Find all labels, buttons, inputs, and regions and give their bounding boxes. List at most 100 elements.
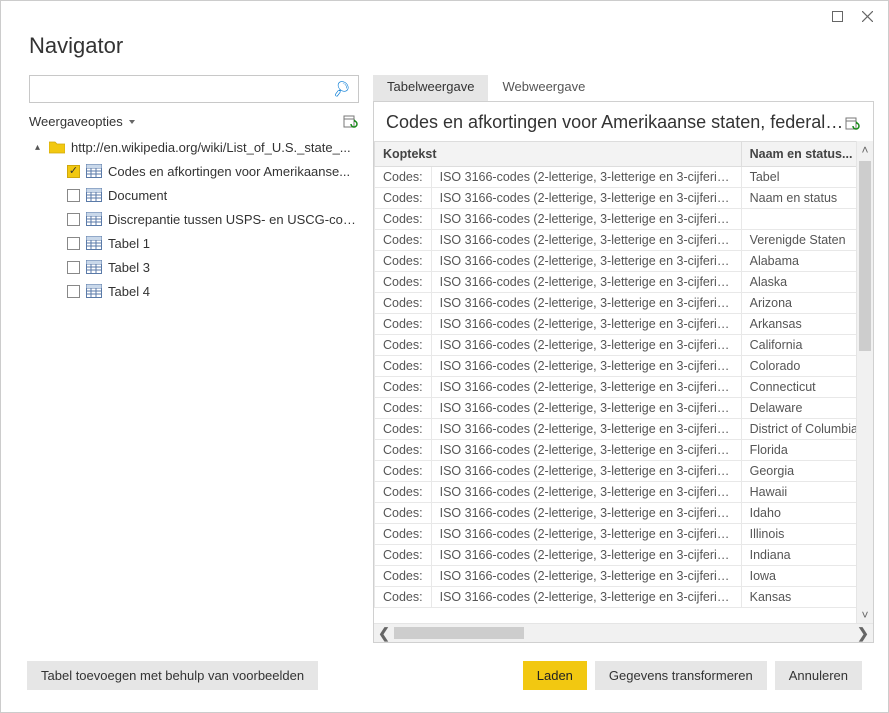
horizontal-scrollbar[interactable]: ❮ ❯ bbox=[374, 623, 873, 642]
preview-refresh-icon[interactable] bbox=[845, 115, 861, 131]
search-input[interactable] bbox=[36, 81, 333, 98]
table-cell: ISO 3166-codes (2-letterige, 3-letterige… bbox=[431, 230, 741, 251]
table-icon bbox=[86, 284, 102, 298]
page-title: Navigator bbox=[29, 33, 860, 59]
table-icon bbox=[86, 212, 102, 226]
table-row[interactable]: Codes:ISO 3166-codes (2-letterige, 3-let… bbox=[375, 293, 857, 314]
table-cell: Codes: bbox=[375, 272, 432, 293]
table-cell: Codes: bbox=[375, 482, 432, 503]
table-row[interactable]: Codes:ISO 3166-codes (2-letterige, 3-let… bbox=[375, 587, 857, 608]
table-cell: ISO 3166-codes (2-letterige, 3-letterige… bbox=[431, 545, 741, 566]
table-row[interactable]: Codes:ISO 3166-codes (2-letterige, 3-let… bbox=[375, 251, 857, 272]
table-icon bbox=[86, 164, 102, 178]
checkbox[interactable] bbox=[67, 285, 80, 298]
search-box[interactable]: 🔍︎ bbox=[29, 75, 359, 103]
table-row[interactable]: Codes:ISO 3166-codes (2-letterige, 3-let… bbox=[375, 398, 857, 419]
table-row[interactable]: Codes:ISO 3166-codes (2-letterige, 3-let… bbox=[375, 545, 857, 566]
table-cell: ISO 3166-codes (2-letterige, 3-letterige… bbox=[431, 419, 741, 440]
table-row[interactable]: Codes:ISO 3166-codes (2-letterige, 3-let… bbox=[375, 314, 857, 335]
table-cell: ISO 3166-codes (2-letterige, 3-letterige… bbox=[431, 482, 741, 503]
tabs: Tabelweergave Webweergave bbox=[373, 75, 874, 101]
scroll-down-icon[interactable]: ˅ bbox=[857, 606, 873, 623]
table-cell: District of Columbia bbox=[741, 419, 856, 440]
left-pane: 🔍︎ Weergaveopties ▴ bbox=[29, 75, 359, 643]
table-row[interactable]: Codes:ISO 3166-codes (2-letterige, 3-let… bbox=[375, 167, 857, 188]
table-row[interactable]: Codes:ISO 3166-codes (2-letterige, 3-let… bbox=[375, 482, 857, 503]
table-row[interactable]: Codes:ISO 3166-codes (2-letterige, 3-let… bbox=[375, 461, 857, 482]
navigator-window: Navigator 🔍︎ Weergaveopties bbox=[0, 0, 889, 713]
table-row[interactable]: Codes:ISO 3166-codes (2-letterige, 3-let… bbox=[375, 230, 857, 251]
checkbox[interactable] bbox=[67, 261, 80, 274]
table-cell: ISO 3166-codes (2-letterige, 3-letterige… bbox=[431, 356, 741, 377]
table-cell: ISO 3166-codes (2-letterige, 3-letterige… bbox=[431, 293, 741, 314]
search-icon[interactable]: 🔍︎ bbox=[333, 80, 352, 99]
tree-source-row[interactable]: ▴ http://en.wikipedia.org/wiki/List_of_U… bbox=[29, 135, 359, 159]
vertical-scrollbar[interactable]: ˄ ˅ bbox=[856, 141, 873, 623]
display-options-label: Weergaveopties bbox=[29, 114, 123, 129]
tree-item[interactable]: Discrepantie tussen USPS- en USCG-codes bbox=[29, 207, 359, 231]
scroll-right-icon[interactable]: ❯ bbox=[853, 626, 873, 640]
vertical-scroll-thumb[interactable] bbox=[859, 161, 871, 351]
table-row[interactable]: Codes:ISO 3166-codes (2-letterige, 3-let… bbox=[375, 524, 857, 545]
table-cell: ISO 3166-codes (2-letterige, 3-letterige… bbox=[431, 503, 741, 524]
table-cell: Naam en status bbox=[741, 188, 856, 209]
tree-item[interactable]: Tabel 3 bbox=[29, 255, 359, 279]
table-cell: ISO 3166-codes (2-letterige, 3-letterige… bbox=[431, 209, 741, 230]
tree-item[interactable]: Document bbox=[29, 183, 359, 207]
table-cell: Tabel bbox=[741, 167, 856, 188]
maximize-button[interactable] bbox=[824, 3, 850, 29]
table-row[interactable]: Codes:ISO 3166-codes (2-letterige, 3-let… bbox=[375, 419, 857, 440]
horizontal-scroll-track[interactable] bbox=[394, 624, 853, 642]
col-header-naam[interactable]: Naam en status... bbox=[741, 142, 856, 167]
close-button[interactable] bbox=[854, 3, 880, 29]
preview-title: Codes en afkortingen voor Amerikaanse st… bbox=[386, 112, 845, 133]
table-cell: ISO 3166-codes (2-letterige, 3-letterige… bbox=[431, 461, 741, 482]
table-cell: Idaho bbox=[741, 503, 856, 524]
add-table-examples-button[interactable]: Tabel toevoegen met behulp van voorbeeld… bbox=[27, 661, 318, 690]
checkbox[interactable]: ✓ bbox=[67, 165, 80, 178]
tree-item-label: Codes en afkortingen voor Amerikaanse... bbox=[108, 164, 350, 179]
checkbox[interactable] bbox=[67, 213, 80, 226]
expand-icon[interactable]: ▴ bbox=[35, 142, 45, 153]
col-header-koptekst[interactable]: Koptekst bbox=[375, 142, 742, 167]
table-cell: ISO 3166-codes (2-letterige, 3-letterige… bbox=[431, 188, 741, 209]
table-cell: Codes: bbox=[375, 251, 432, 272]
tree-item-label: Tabel 1 bbox=[108, 236, 150, 251]
transform-data-button[interactable]: Gegevens transformeren bbox=[595, 661, 767, 690]
refresh-icon[interactable] bbox=[343, 113, 359, 129]
table-row[interactable]: Codes:ISO 3166-codes (2-letterige, 3-let… bbox=[375, 566, 857, 587]
table-row[interactable]: Codes:ISO 3166-codes (2-letterige, 3-let… bbox=[375, 188, 857, 209]
table-cell: Codes: bbox=[375, 461, 432, 482]
chevron-down-icon bbox=[127, 114, 135, 129]
table-row[interactable]: Codes:ISO 3166-codes (2-letterige, 3-let… bbox=[375, 209, 857, 230]
table-row[interactable]: Codes:ISO 3166-codes (2-letterige, 3-let… bbox=[375, 377, 857, 398]
tree-item[interactable]: Tabel 1 bbox=[29, 231, 359, 255]
display-options-dropdown[interactable]: Weergaveopties bbox=[29, 114, 135, 129]
checkbox[interactable] bbox=[67, 237, 80, 250]
table-cell: Codes: bbox=[375, 188, 432, 209]
tree-item[interactable]: ✓ Codes en afkortingen voor Amerikaanse..… bbox=[29, 159, 359, 183]
table-row[interactable]: Codes:ISO 3166-codes (2-letterige, 3-let… bbox=[375, 272, 857, 293]
table-cell: Florida bbox=[741, 440, 856, 461]
table-cell: Codes: bbox=[375, 587, 432, 608]
table-cell: Hawaii bbox=[741, 482, 856, 503]
checkbox[interactable] bbox=[67, 189, 80, 202]
tab-web-view[interactable]: Webweergave bbox=[488, 75, 599, 101]
table-row[interactable]: Codes:ISO 3166-codes (2-letterige, 3-let… bbox=[375, 335, 857, 356]
load-button[interactable]: Laden bbox=[523, 661, 587, 690]
tab-table-view[interactable]: Tabelweergave bbox=[373, 75, 488, 101]
folder-icon bbox=[49, 140, 65, 154]
table-cell: ISO 3166-codes (2-letterige, 3-letterige… bbox=[431, 314, 741, 335]
horizontal-scroll-thumb[interactable] bbox=[394, 627, 524, 639]
tree-item-label: Tabel 3 bbox=[108, 260, 150, 275]
preview-box: Codes en afkortingen voor Amerikaanse st… bbox=[373, 101, 874, 643]
scroll-left-icon[interactable]: ❮ bbox=[374, 626, 394, 640]
table-row[interactable]: Codes:ISO 3166-codes (2-letterige, 3-let… bbox=[375, 356, 857, 377]
table-cell: ISO 3166-codes (2-letterige, 3-letterige… bbox=[431, 566, 741, 587]
cancel-button[interactable]: Annuleren bbox=[775, 661, 862, 690]
tree-item[interactable]: Tabel 4 bbox=[29, 279, 359, 303]
table-row[interactable]: Codes:ISO 3166-codes (2-letterige, 3-let… bbox=[375, 503, 857, 524]
body: 🔍︎ Weergaveopties ▴ bbox=[1, 75, 888, 643]
scroll-up-icon[interactable]: ˄ bbox=[857, 141, 873, 158]
table-row[interactable]: Codes:ISO 3166-codes (2-letterige, 3-let… bbox=[375, 440, 857, 461]
